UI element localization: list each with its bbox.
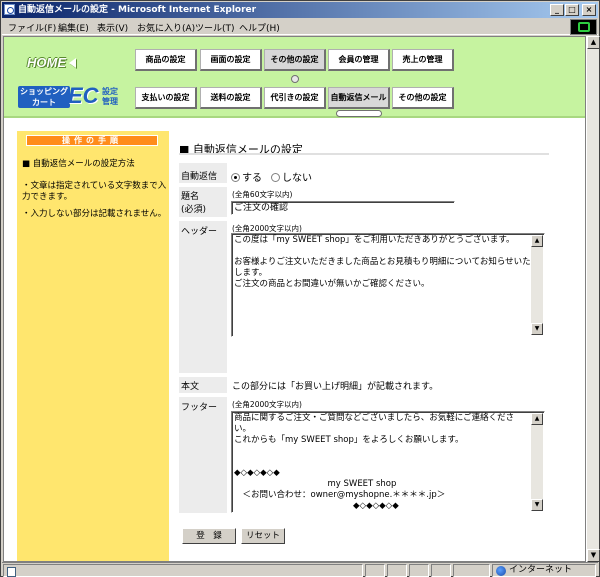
scroll-up-icon[interactable]: ▲ (531, 413, 543, 425)
header-textarea-scrollbar[interactable]: ▲ ▼ (531, 235, 543, 335)
nav-other-settings[interactable]: その他の設定 (264, 49, 326, 71)
nav-indicator-dot (291, 75, 299, 83)
footer-text: 商品に関するご注文・ご質問などございましたら、お気軽にご連絡ください。 これから… (234, 413, 515, 511)
menu-edit[interactable]: 編集(E) (58, 21, 89, 34)
body-note: この部分には「お買い上げ明細」が記載されます。 (232, 382, 439, 392)
status-pane-1 (365, 564, 385, 577)
page-scrollbar[interactable]: ▲ ▼ (586, 36, 600, 562)
status-pane-5 (453, 564, 490, 577)
scroll-up-icon[interactable]: ▲ (587, 36, 600, 49)
scroll-down-icon[interactable]: ▼ (587, 549, 600, 562)
status-pane-2 (387, 564, 407, 577)
subject-input[interactable]: ご注文の確認 (231, 201, 455, 215)
menu-bar: ファイル(F) 編集(E) 表示(V) お気に入り(A) ツール(T) ヘルプ(… (2, 18, 598, 35)
zone-label: インターネット (509, 565, 573, 575)
status-pane-4 (431, 564, 451, 577)
header-banner: HOME ショッピング カート EC 設定 管理 商品の設定 画面の設定 その他… (4, 37, 585, 118)
menu-tools[interactable]: ツール(T) (195, 21, 235, 34)
maximize-button[interactable]: □ (565, 4, 579, 16)
reset-button[interactable]: リセット (241, 528, 285, 544)
label-cell-footer (179, 397, 227, 513)
header-label: ヘッダー (181, 227, 218, 237)
nav-cod-settings[interactable]: 代引きの設定 (264, 87, 326, 109)
body-label: 本文 (181, 382, 200, 392)
menu-favorites[interactable]: お気に入り(A) (137, 21, 195, 34)
logo-ec: EC (68, 83, 99, 108)
footer-textarea[interactable]: 商品に関するご注文・ご質問などございましたら、お気軽にご連絡ください。 これから… (231, 411, 545, 513)
nav-sales-management[interactable]: 売上の管理 (392, 49, 454, 71)
footer-note: (全角2000文字以内) (232, 400, 302, 409)
subject-required: (必須) (181, 205, 207, 215)
home-link[interactable]: HOME (27, 55, 76, 70)
nav-member-management[interactable]: 会員の管理 (328, 49, 390, 71)
arrow-left-icon (69, 58, 76, 68)
header-textarea[interactable]: この度は「my SWEET shop」をご利用いただきありがとうございます。 お… (231, 233, 545, 337)
header-text: この度は「my SWEET shop」をご利用いただきありがとうございます。 お… (234, 235, 531, 289)
nav-payment-settings[interactable]: 支払いの設定 (135, 87, 197, 109)
logo-settings-admin: 設定 管理 (102, 87, 118, 106)
ec-logo: ショッピング カート EC 設定 管理 (18, 84, 128, 110)
ie-throbber-icon (570, 19, 597, 35)
nav-other-settings-2[interactable]: その他の設定 (392, 87, 454, 109)
browser-window: 自動返信メールの設定 - Microsoft Internet Explorer… (0, 0, 600, 577)
auto-reply-label: 自動返信 (181, 172, 218, 182)
page-content: HOME ショッピング カート EC 設定 管理 商品の設定 画面の設定 その他… (3, 36, 586, 562)
help-sidebar: 操作の手順 ■ 自動返信メールの設定方法 ・文章は指定されている文字数まで入力で… (17, 131, 169, 561)
sidebar-item-method: ■ 自動返信メールの設定方法 (22, 159, 135, 169)
radio-disable[interactable]: しない (271, 169, 312, 184)
radio-enable[interactable]: する (231, 169, 262, 184)
nav-shipping-settings[interactable]: 送料の設定 (200, 87, 262, 109)
nav-auto-reply-mail[interactable]: 自動返信メール (328, 87, 390, 109)
footer-label: フッター (181, 403, 218, 413)
menu-view[interactable]: 表示(V) (97, 21, 128, 34)
title-underline (179, 153, 549, 155)
subject-label: 題名 (181, 192, 200, 202)
globe-icon (496, 566, 506, 576)
menu-file[interactable]: ファイル(F) (8, 21, 56, 34)
title-bar: 自動返信メールの設定 - Microsoft Internet Explorer… (2, 2, 598, 18)
sidebar-item-char-limit: ・文章は指定されている文字数まで入力できます。 (22, 181, 167, 202)
status-bar: インターネット (2, 562, 598, 577)
nav-product-settings[interactable]: 商品の設定 (135, 49, 197, 71)
nav-indicator-oval (336, 110, 382, 117)
subject-note: (全角60文字以内) (232, 190, 293, 199)
scroll-down-icon[interactable]: ▼ (531, 323, 543, 335)
nav-screen-settings[interactable]: 画面の設定 (200, 49, 262, 71)
menu-help[interactable]: ヘルプ(H) (239, 21, 280, 34)
scroll-down-icon[interactable]: ▼ (531, 499, 543, 511)
close-button[interactable]: × (582, 4, 596, 16)
ie-page-icon (4, 4, 15, 15)
status-message-pane (3, 564, 363, 577)
security-zone: インターネット (492, 564, 596, 577)
radio-on-icon (231, 173, 240, 182)
register-button[interactable]: 登 録 (182, 528, 236, 544)
sidebar-item-empty-note: ・入力しない部分は記載されません。 (22, 209, 167, 219)
footer-textarea-scrollbar[interactable]: ▲ ▼ (531, 413, 543, 511)
logo-shopping-cart: ショッピング カート (18, 86, 70, 108)
status-pane-3 (409, 564, 429, 577)
sidebar-heading: 操作の手順 (26, 135, 158, 146)
label-cell-header (179, 221, 227, 373)
window-title: 自動返信メールの設定 - Microsoft Internet Explorer (18, 5, 257, 15)
page-done-icon (7, 567, 16, 577)
scroll-up-icon[interactable]: ▲ (531, 235, 543, 247)
minimize-button[interactable]: _ (550, 4, 564, 16)
radio-off-icon (271, 173, 280, 182)
